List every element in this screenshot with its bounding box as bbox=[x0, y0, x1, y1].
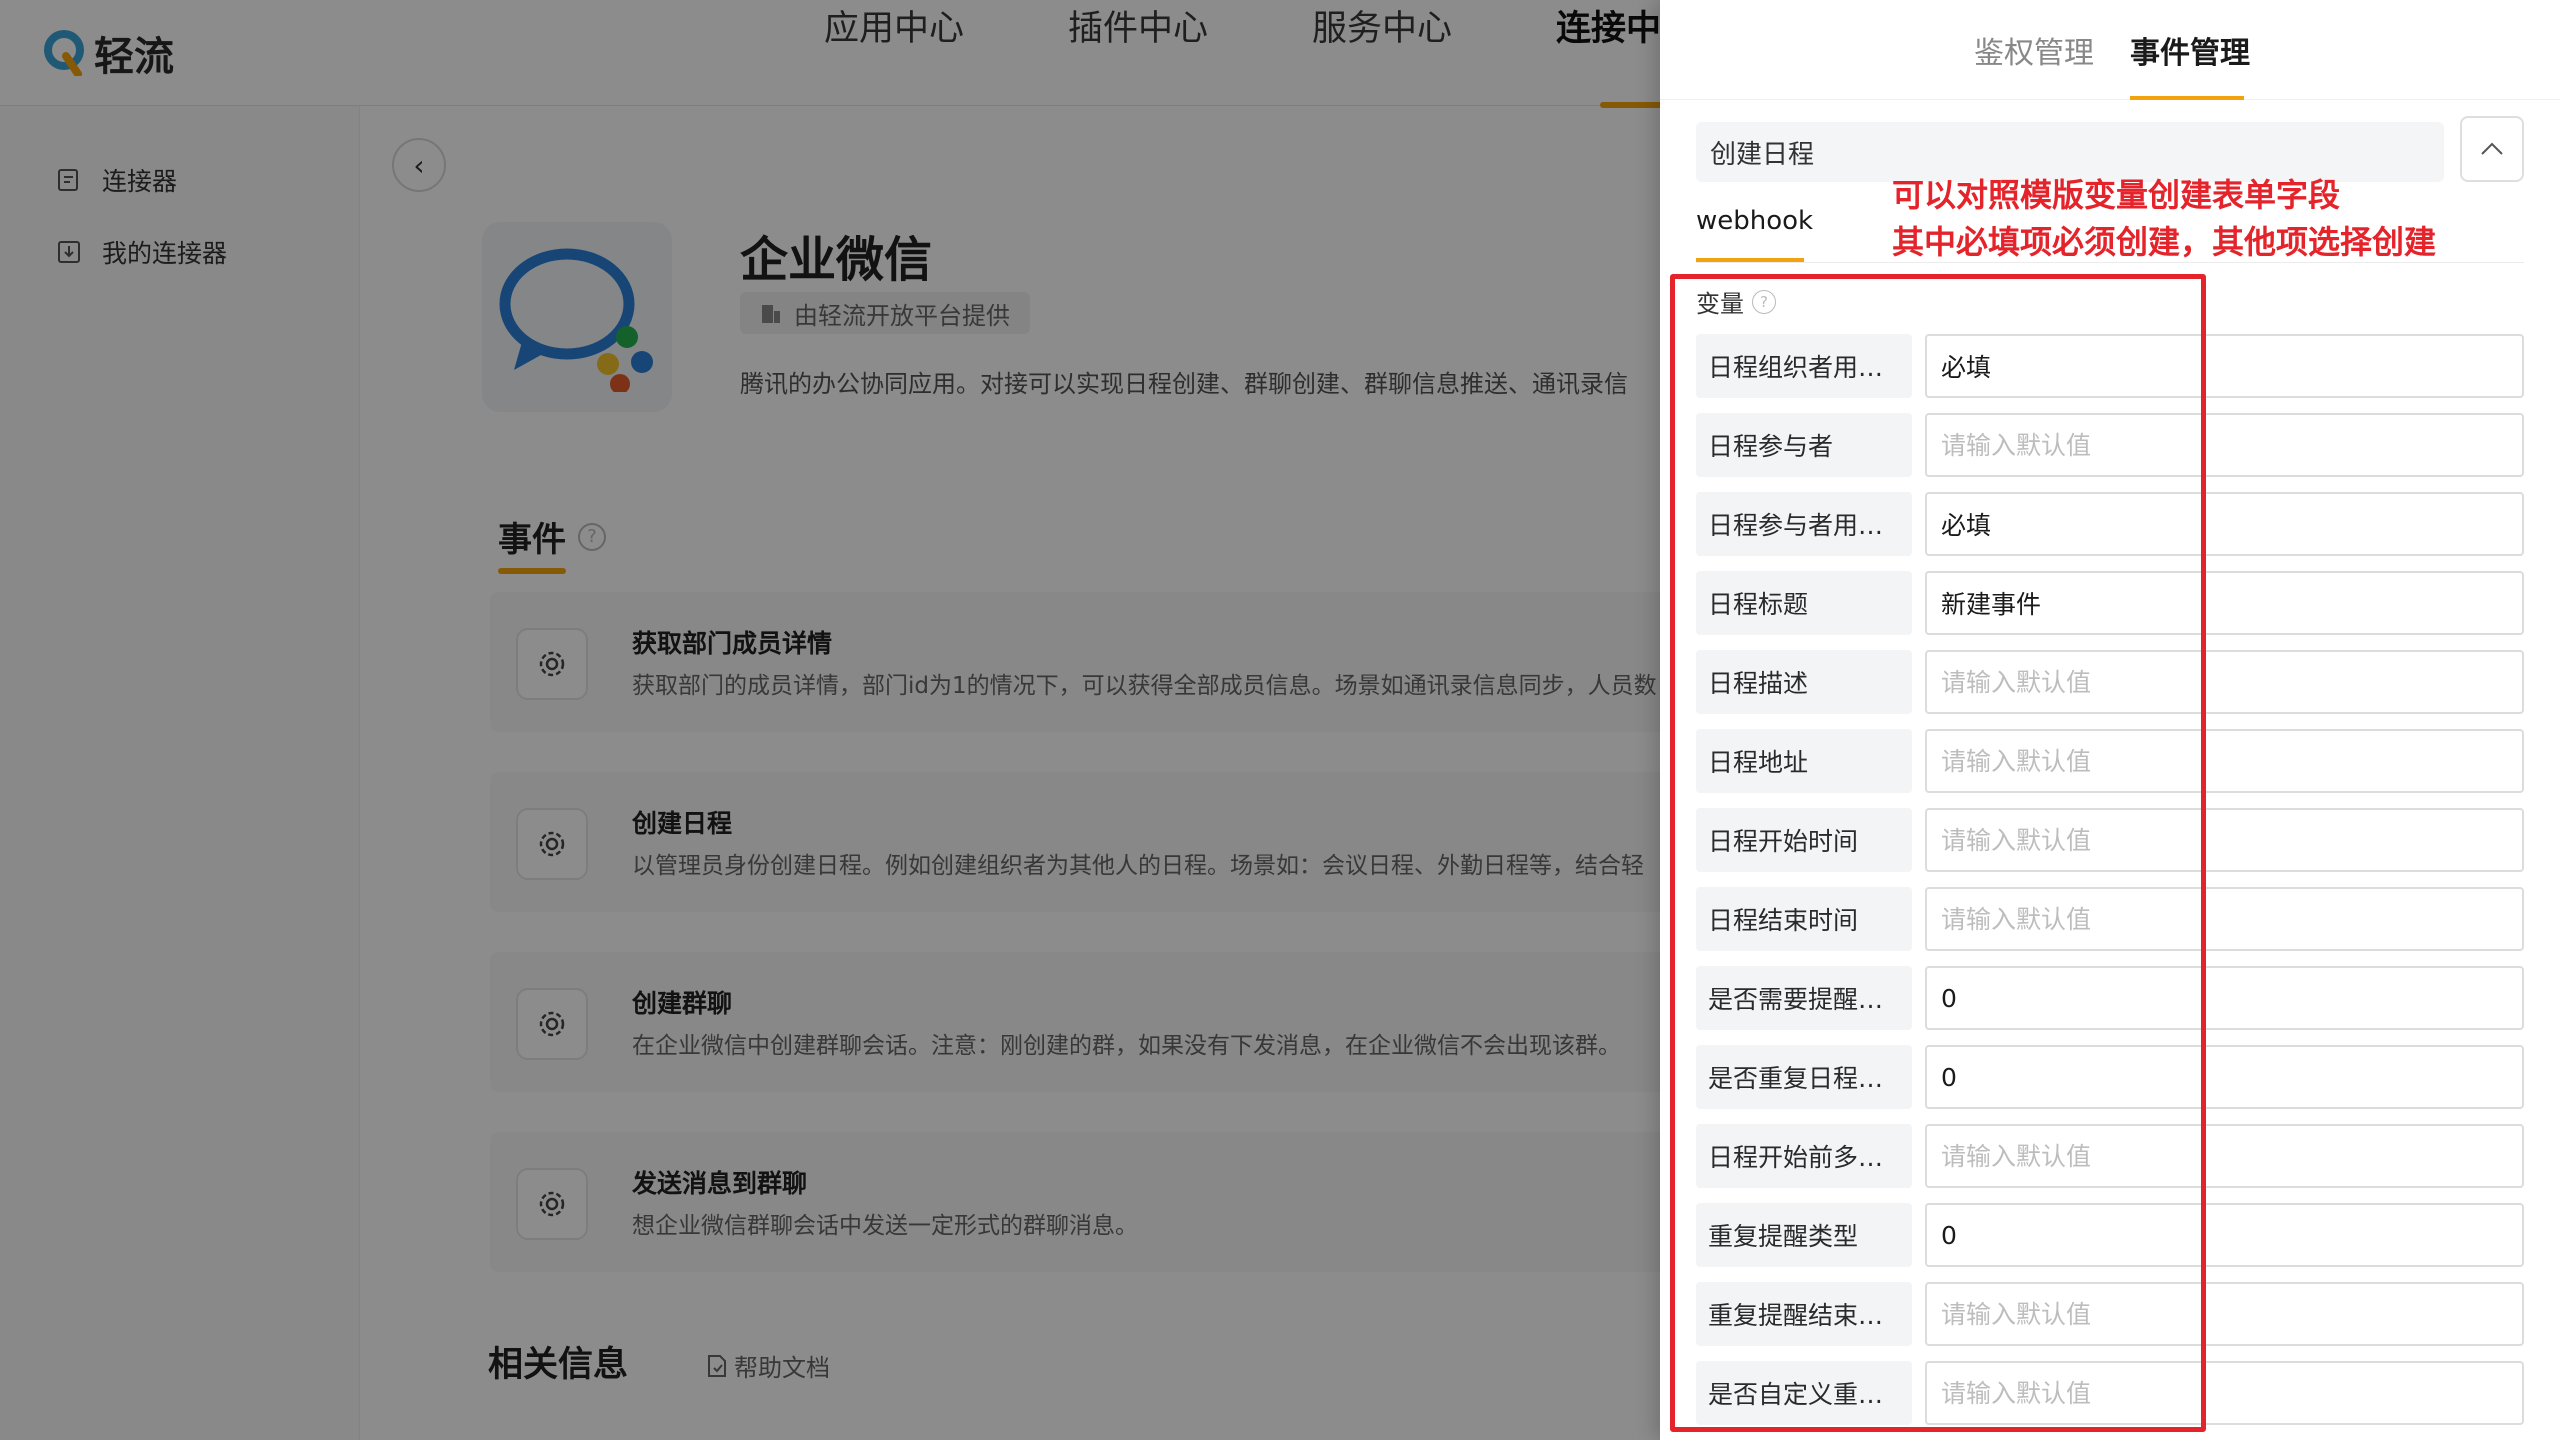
variable-name: 日程开始时间 bbox=[1696, 808, 1912, 872]
variable-default-input[interactable] bbox=[1925, 1361, 2524, 1425]
variable-default-input[interactable] bbox=[1925, 966, 2524, 1030]
variable-name: 日程描述 bbox=[1696, 650, 1912, 714]
variable-name: 是否需要提醒… bbox=[1696, 966, 1912, 1030]
variable-row: 重复提醒类型 bbox=[1696, 1203, 2524, 1267]
variable-row: 日程描述 bbox=[1696, 650, 2524, 714]
variables-label-text: 变量 bbox=[1696, 290, 1744, 318]
variable-default-input[interactable] bbox=[1925, 1124, 2524, 1188]
help-icon[interactable]: ? bbox=[1752, 289, 1776, 314]
variable-row: 日程地址 bbox=[1696, 729, 2524, 793]
tab-auth-management[interactable]: 鉴权管理 bbox=[1974, 28, 2094, 72]
variable-row: 日程参与者用… bbox=[1696, 492, 2524, 556]
annotation-line: 可以对照模版变量创建表单字段 bbox=[1892, 176, 2341, 214]
variable-default-input[interactable] bbox=[1925, 887, 2524, 951]
annotation-note: 可以对照模版变量创建表单字段 其中必填项必须创建，其他项选择创建 bbox=[1892, 172, 2436, 266]
variable-row: 日程开始前多… bbox=[1696, 1124, 2524, 1188]
drawer-tabs: 鉴权管理 事件管理 bbox=[1660, 0, 2560, 100]
variable-row: 日程标题 bbox=[1696, 571, 2524, 635]
annotation-line: 其中必填项必须创建，其他项选择创建 bbox=[1892, 223, 2437, 261]
variable-name: 日程开始前多… bbox=[1696, 1124, 1912, 1188]
variable-default-input[interactable] bbox=[1925, 1045, 2524, 1109]
variable-row: 日程开始时间 bbox=[1696, 808, 2524, 872]
tab-event-management[interactable]: 事件管理 bbox=[2130, 28, 2250, 72]
variable-default-input[interactable] bbox=[1925, 334, 2524, 398]
variable-default-input[interactable] bbox=[1925, 729, 2524, 793]
variable-name: 重复提醒结束… bbox=[1696, 1282, 1912, 1346]
chevron-up-icon bbox=[2481, 142, 2503, 155]
tab-webhook[interactable]: webhook bbox=[1696, 206, 1813, 236]
variable-row: 是否需要提醒… bbox=[1696, 966, 2524, 1030]
variable-row: 日程参与者 bbox=[1696, 413, 2524, 477]
variable-default-input[interactable] bbox=[1925, 808, 2524, 872]
modal-overlay[interactable] bbox=[0, 0, 1660, 1440]
variables-label: 变量 ? bbox=[1696, 284, 1776, 319]
variable-default-input[interactable] bbox=[1925, 413, 2524, 477]
variable-name: 日程参与者 bbox=[1696, 413, 1912, 477]
variable-row: 是否自定义重… bbox=[1696, 1361, 2524, 1425]
variable-row: 重复提醒结束… bbox=[1696, 1282, 2524, 1346]
event-management-drawer: 鉴权管理 事件管理 创建日程 webhook 可以对照模版变量创建表单字段 其中… bbox=[1660, 0, 2560, 1440]
variable-name: 是否重复日程… bbox=[1696, 1045, 1912, 1109]
variable-name: 重复提醒类型 bbox=[1696, 1203, 1912, 1267]
variable-default-input[interactable] bbox=[1925, 1282, 2524, 1346]
active-tab-indicator bbox=[2130, 96, 2244, 100]
variable-row: 是否重复日程… bbox=[1696, 1045, 2524, 1109]
variable-row: 日程组织者用… bbox=[1696, 334, 2524, 398]
variable-default-input[interactable] bbox=[1925, 571, 2524, 635]
variable-name: 日程结束时间 bbox=[1696, 887, 1912, 951]
variable-default-input[interactable] bbox=[1925, 650, 2524, 714]
collapse-button[interactable] bbox=[2460, 116, 2524, 182]
variable-name: 日程地址 bbox=[1696, 729, 1912, 793]
variable-default-input[interactable] bbox=[1925, 492, 2524, 556]
variable-name: 日程标题 bbox=[1696, 571, 1912, 635]
variable-name: 日程参与者用… bbox=[1696, 492, 1912, 556]
variable-row: 日程结束时间 bbox=[1696, 887, 2524, 951]
variable-name: 是否自定义重… bbox=[1696, 1361, 1912, 1425]
variable-name: 日程组织者用… bbox=[1696, 334, 1912, 398]
variable-default-input[interactable] bbox=[1925, 1203, 2524, 1267]
